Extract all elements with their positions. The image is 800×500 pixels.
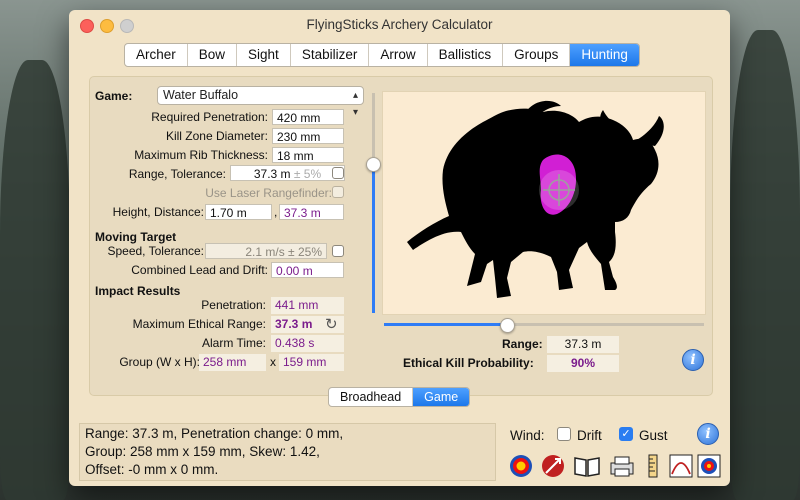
group-height-value: 159 mm <box>279 354 344 371</box>
zoom-button[interactable] <box>120 19 134 33</box>
tab-archer[interactable]: Archer <box>125 44 188 66</box>
mode-game[interactable]: Game <box>413 388 470 406</box>
mode-selector: Broadhead Game <box>328 387 471 407</box>
water-buffalo-silhouette <box>407 100 664 298</box>
tab-groups[interactable]: Groups <box>503 44 571 66</box>
target-view[interactable] <box>382 91 706 315</box>
window-title: FlyingSticks Archery Calculator <box>306 17 493 32</box>
hunting-panel: Game: Water Buffalo ▴ ▾ Required Penetrat… <box>89 76 713 396</box>
horizontal-slider-fill <box>384 323 506 326</box>
speed-tolerance-field[interactable]: 2.1 m/s ± 25% <box>205 243 327 259</box>
buffalo-shape <box>407 100 664 298</box>
info-icon-bottom[interactable]: i <box>697 423 719 445</box>
status-line-3: Offset: -0 mm x 0 mm. <box>85 462 219 477</box>
info-icon[interactable]: i <box>682 349 704 371</box>
chevron-updown-icon: ▴ ▾ <box>352 90 358 118</box>
penetration-label: Penetration: <box>201 298 266 312</box>
height-distance-separator: , <box>274 205 278 219</box>
title-bar: FlyingSticks Archery Calculator <box>69 10 730 40</box>
range-result-value: 37.3 m <box>547 336 619 353</box>
gust-checkbox[interactable]: ✓ <box>619 427 633 441</box>
combined-lead-drift-field[interactable]: 0.00 m <box>271 262 344 278</box>
impact-results-heading: Impact Results <box>95 284 181 298</box>
background-tree <box>730 30 800 500</box>
tab-hunting[interactable]: Hunting <box>570 44 639 66</box>
max-ethical-range-label: Maximum Ethical Range: <box>132 317 266 331</box>
kill-zone-diameter-field[interactable]: 230 mm <box>272 128 344 144</box>
ruler-icon[interactable] <box>643 454 667 478</box>
gust-label: Gust <box>639 428 668 443</box>
distance-field[interactable]: 37.3 m <box>279 204 344 220</box>
required-penetration-field[interactable]: 420 mm <box>272 109 344 125</box>
refresh-icon[interactable]: ↻ <box>325 315 338 333</box>
status-panel: Range: 37.3 m, Penetration change: 0 mm,… <box>79 423 496 481</box>
close-button[interactable] <box>80 19 94 33</box>
tab-bow[interactable]: Bow <box>188 44 238 66</box>
vertical-slider[interactable] <box>366 93 381 313</box>
vertical-slider-knob[interactable] <box>366 157 381 173</box>
aim-point <box>539 170 579 210</box>
drift-label: Drift <box>577 428 602 443</box>
range-result-label: Range: <box>502 337 543 351</box>
alarm-time-label: Alarm Time: <box>201 336 266 350</box>
group-separator: x <box>270 355 276 369</box>
kill-probability-label: Ethical Kill Probability: <box>403 356 534 370</box>
game-select-value: Water Buffalo <box>163 88 239 102</box>
required-penetration-label: Required Penetration: <box>151 110 268 124</box>
tab-ballistics[interactable]: Ballistics <box>428 44 504 66</box>
tab-bar: Archer Bow Sight Stabilizer Arrow Ballis… <box>124 43 640 67</box>
range-tolerance-label: Range, Tolerance: <box>128 167 226 181</box>
speed-tolerance-label: Speed, Tolerance: <box>107 244 204 258</box>
range-value: 37.3 m <box>253 167 291 181</box>
range-tolerance-checkbox[interactable] <box>332 167 344 179</box>
moving-target-heading: Moving Target <box>95 230 177 244</box>
alarm-time-value: 0.438 s <box>271 335 344 352</box>
penetration-value: 441 mm <box>271 297 344 314</box>
status-line-1: Range: 37.3 m, Penetration change: 0 mm, <box>85 426 344 441</box>
target-rings-icon[interactable] <box>509 454 533 478</box>
range-tolerance-field[interactable]: 37.3 m ± 5% <box>230 165 345 181</box>
combined-lead-drift-label: Combined Lead and Drift: <box>131 263 268 277</box>
tab-arrow[interactable]: Arrow <box>369 44 428 66</box>
range-tolerance-value: ± 5% <box>293 167 322 181</box>
bullseye-icon[interactable] <box>697 454 721 478</box>
book-icon[interactable] <box>573 454 600 478</box>
background-tree <box>0 60 70 500</box>
horizontal-slider-knob[interactable] <box>499 318 515 333</box>
laser-rangefinder-label: Use Laser Rangefinder: <box>205 186 332 200</box>
laser-rangefinder-checkbox[interactable] <box>332 186 344 198</box>
app-window: FlyingSticks Archery Calculator Archer B… <box>69 10 730 486</box>
group-size-label: Group (W x H): <box>119 355 200 369</box>
horizontal-slider[interactable] <box>384 318 704 333</box>
mode-broadhead[interactable]: Broadhead <box>329 388 414 406</box>
max-rib-thickness-label: Maximum Rib Thickness: <box>134 148 268 162</box>
height-field[interactable]: 1.70 m <box>205 204 272 220</box>
kill-probability-value: 90% <box>547 355 619 372</box>
tab-stabilizer[interactable]: Stabilizer <box>291 44 370 66</box>
broadhead-icon[interactable] <box>541 454 565 478</box>
wind-label: Wind: <box>510 428 545 443</box>
status-line-2: Group: 258 mm x 159 mm, Skew: 1.42, <box>85 444 320 459</box>
printer-icon[interactable] <box>609 454 634 478</box>
max-rib-thickness-field[interactable]: 18 mm <box>272 147 344 163</box>
minimize-button[interactable] <box>100 19 114 33</box>
vertical-slider-fill <box>372 163 375 313</box>
trajectory-icon[interactable] <box>669 454 693 478</box>
tab-sight[interactable]: Sight <box>237 44 291 66</box>
game-select[interactable]: Water Buffalo ▴ ▾ <box>157 86 364 118</box>
game-label: Game: <box>95 89 133 103</box>
drift-checkbox[interactable] <box>557 427 571 441</box>
moving-target-checkbox[interactable] <box>332 245 344 257</box>
group-width-value: 258 mm <box>199 354 266 371</box>
height-distance-label: Height, Distance: <box>112 205 204 219</box>
kill-zone-diameter-label: Kill Zone Diameter: <box>165 129 268 143</box>
